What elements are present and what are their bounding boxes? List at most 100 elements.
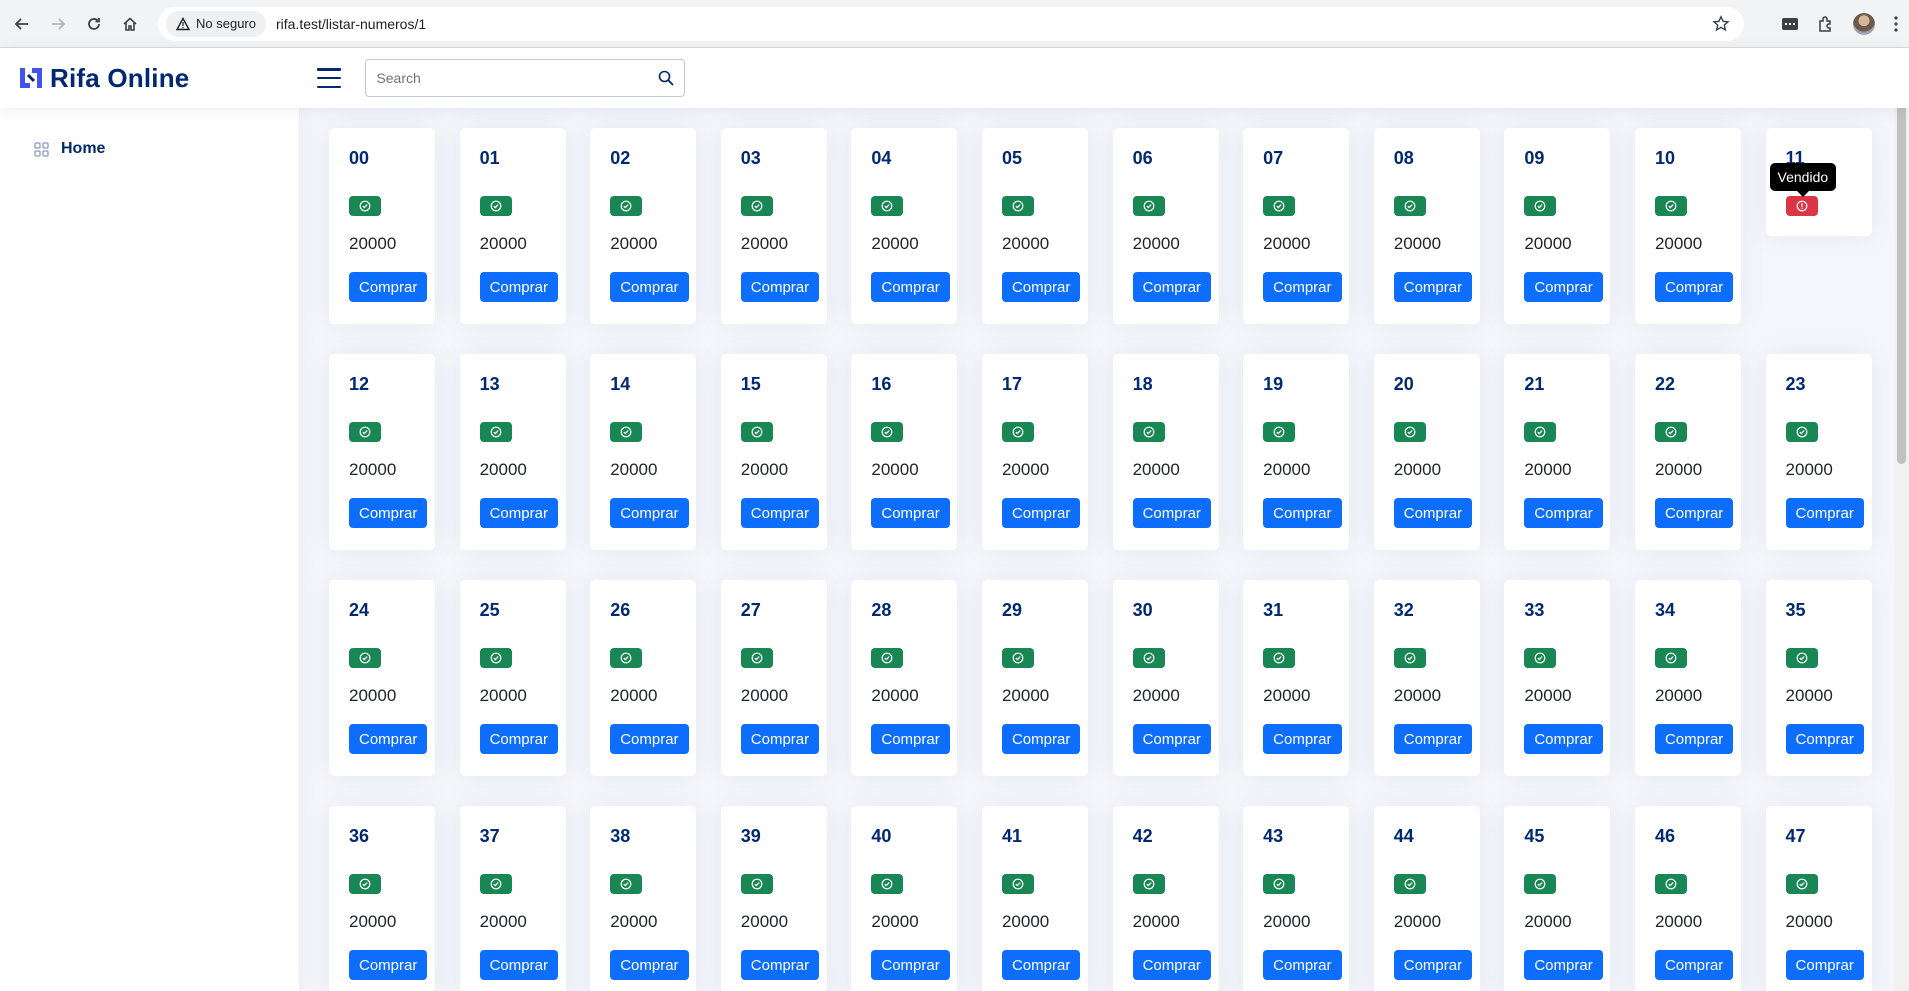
security-chip[interactable]: No seguro xyxy=(166,10,266,37)
check-circle-icon xyxy=(490,652,501,664)
buy-button[interactable]: Comprar xyxy=(740,498,820,528)
buy-button[interactable]: Comprar xyxy=(1132,950,1211,980)
check-circle-icon xyxy=(751,200,763,212)
buy-button[interactable]: Comprar xyxy=(1654,272,1734,302)
buy-button[interactable]: Comprar xyxy=(479,724,558,754)
buy-button[interactable]: Comprar xyxy=(610,272,689,302)
number-card: 28 20000 Comprar xyxy=(851,580,958,776)
menu-bar xyxy=(317,76,342,80)
forward-button[interactable] xyxy=(40,6,76,42)
available-badge xyxy=(1524,874,1557,894)
buy-button[interactable]: Comprar xyxy=(1785,498,1864,528)
buy-button[interactable]: Comprar xyxy=(871,272,950,302)
sold-badge[interactable] xyxy=(1785,196,1818,216)
app-header: Rifa Online xyxy=(0,48,1909,108)
buy-button[interactable]: Comprar xyxy=(1263,724,1342,754)
buy-button[interactable]: Comprar xyxy=(1001,724,1081,754)
available-badge xyxy=(1524,422,1557,442)
check-circle-icon xyxy=(1012,878,1024,890)
buy-button[interactable]: Comprar xyxy=(740,272,820,302)
buy-button[interactable]: Comprar xyxy=(1393,950,1473,980)
back-button[interactable] xyxy=(4,6,40,42)
buy-button[interactable]: Comprar xyxy=(1654,498,1734,528)
buy-button[interactable]: Comprar xyxy=(610,950,689,980)
buy-button[interactable]: Comprar xyxy=(1001,498,1081,528)
buy-button[interactable]: Comprar xyxy=(349,724,428,754)
buy-button[interactable]: Comprar xyxy=(740,724,820,754)
logo[interactable]: Rifa Online xyxy=(18,63,189,94)
buy-button[interactable]: Comprar xyxy=(1524,498,1603,528)
buy-button[interactable]: Comprar xyxy=(871,950,950,980)
buy-button[interactable]: Comprar xyxy=(1263,950,1342,980)
buy-button[interactable]: Comprar xyxy=(479,272,558,302)
buy-button[interactable]: Comprar xyxy=(1785,724,1864,754)
buy-button[interactable]: Comprar xyxy=(871,724,950,754)
reload-button[interactable] xyxy=(76,6,112,42)
buy-button[interactable]: Comprar xyxy=(1263,272,1342,302)
number-label: 02 xyxy=(610,148,631,168)
buy-button[interactable]: Comprar xyxy=(1654,724,1734,754)
number-card: 05 20000 Comprar xyxy=(981,128,1088,324)
buy-button[interactable]: Comprar xyxy=(1393,272,1473,302)
buy-button[interactable]: Comprar xyxy=(1001,272,1081,302)
number-card: 29 20000 Comprar xyxy=(981,580,1088,776)
number-label: 46 xyxy=(1654,826,1675,846)
buy-button[interactable]: Comprar xyxy=(1132,724,1211,754)
check-circle-icon xyxy=(1796,652,1807,664)
buy-button[interactable]: Comprar xyxy=(1524,950,1603,980)
price-label: 20000 xyxy=(871,460,919,479)
available-badge xyxy=(1393,196,1426,216)
buy-button[interactable]: Comprar xyxy=(1654,950,1734,980)
available-badge xyxy=(1001,874,1034,894)
price-label: 20000 xyxy=(1524,686,1572,705)
buy-button[interactable]: Comprar xyxy=(479,950,558,980)
buy-button[interactable]: Comprar xyxy=(1001,950,1081,980)
page-scrollbar[interactable] xyxy=(1894,48,1909,991)
more-vert-icon[interactable] xyxy=(1893,15,1899,33)
search-icon[interactable] xyxy=(658,70,675,86)
buy-button[interactable]: Comprar xyxy=(1393,498,1473,528)
buy-button[interactable]: Comprar xyxy=(1393,724,1473,754)
star-icon[interactable] xyxy=(1712,14,1730,33)
price-label: 20000 xyxy=(1001,460,1050,479)
extension-wallet-icon[interactable] xyxy=(1781,16,1799,32)
extensions-puzzle-icon[interactable] xyxy=(1817,15,1835,33)
check-circle-icon xyxy=(1404,200,1416,212)
buy-button[interactable]: Comprar xyxy=(871,498,950,528)
home-button[interactable] xyxy=(112,6,148,42)
buy-button[interactable]: Comprar xyxy=(1524,724,1603,754)
available-badge xyxy=(740,422,773,442)
price-label: 20000 xyxy=(871,912,919,931)
available-badge xyxy=(610,422,643,442)
buy-button[interactable]: Comprar xyxy=(1263,498,1342,528)
number-label: 30 xyxy=(1132,600,1153,620)
price-label: 20000 xyxy=(1654,234,1703,253)
scrollbar-thumb[interactable] xyxy=(1897,64,1906,464)
sidebar-item-home[interactable]: Home xyxy=(34,140,299,158)
exclamation-circle-icon xyxy=(1796,200,1807,212)
buy-button[interactable]: Comprar xyxy=(1132,272,1211,302)
buy-button[interactable]: Comprar xyxy=(349,498,428,528)
address-bar[interactable]: No seguro rifa.test/listar-numeros/1 xyxy=(158,6,1744,41)
check-circle-icon xyxy=(1796,878,1807,890)
buy-button[interactable]: Comprar xyxy=(1785,950,1864,980)
app-title: Rifa Online xyxy=(50,62,190,93)
buy-button[interactable]: Comprar xyxy=(479,498,558,528)
buy-button[interactable]: Comprar xyxy=(610,498,689,528)
buy-button[interactable]: Comprar xyxy=(1132,498,1211,528)
url-text[interactable]: rifa.test/listar-numeros/1 xyxy=(276,16,426,32)
available-badge xyxy=(740,648,773,668)
search-input[interactable] xyxy=(376,70,659,86)
price-label: 20000 xyxy=(1785,912,1833,931)
buy-button[interactable]: Comprar xyxy=(349,950,428,980)
available-badge xyxy=(1263,196,1296,216)
number-card: 39 20000 Comprar xyxy=(720,806,827,991)
sidebar-toggle-button[interactable] xyxy=(317,68,342,88)
buy-button[interactable]: Comprar xyxy=(610,724,689,754)
buy-button[interactable]: Comprar xyxy=(349,272,428,302)
number-card: 15 20000 Comprar xyxy=(720,354,827,550)
profile-avatar[interactable] xyxy=(1853,13,1875,35)
buy-button[interactable]: Comprar xyxy=(740,950,820,980)
check-circle-icon xyxy=(1012,200,1024,212)
buy-button[interactable]: Comprar xyxy=(1524,272,1603,302)
